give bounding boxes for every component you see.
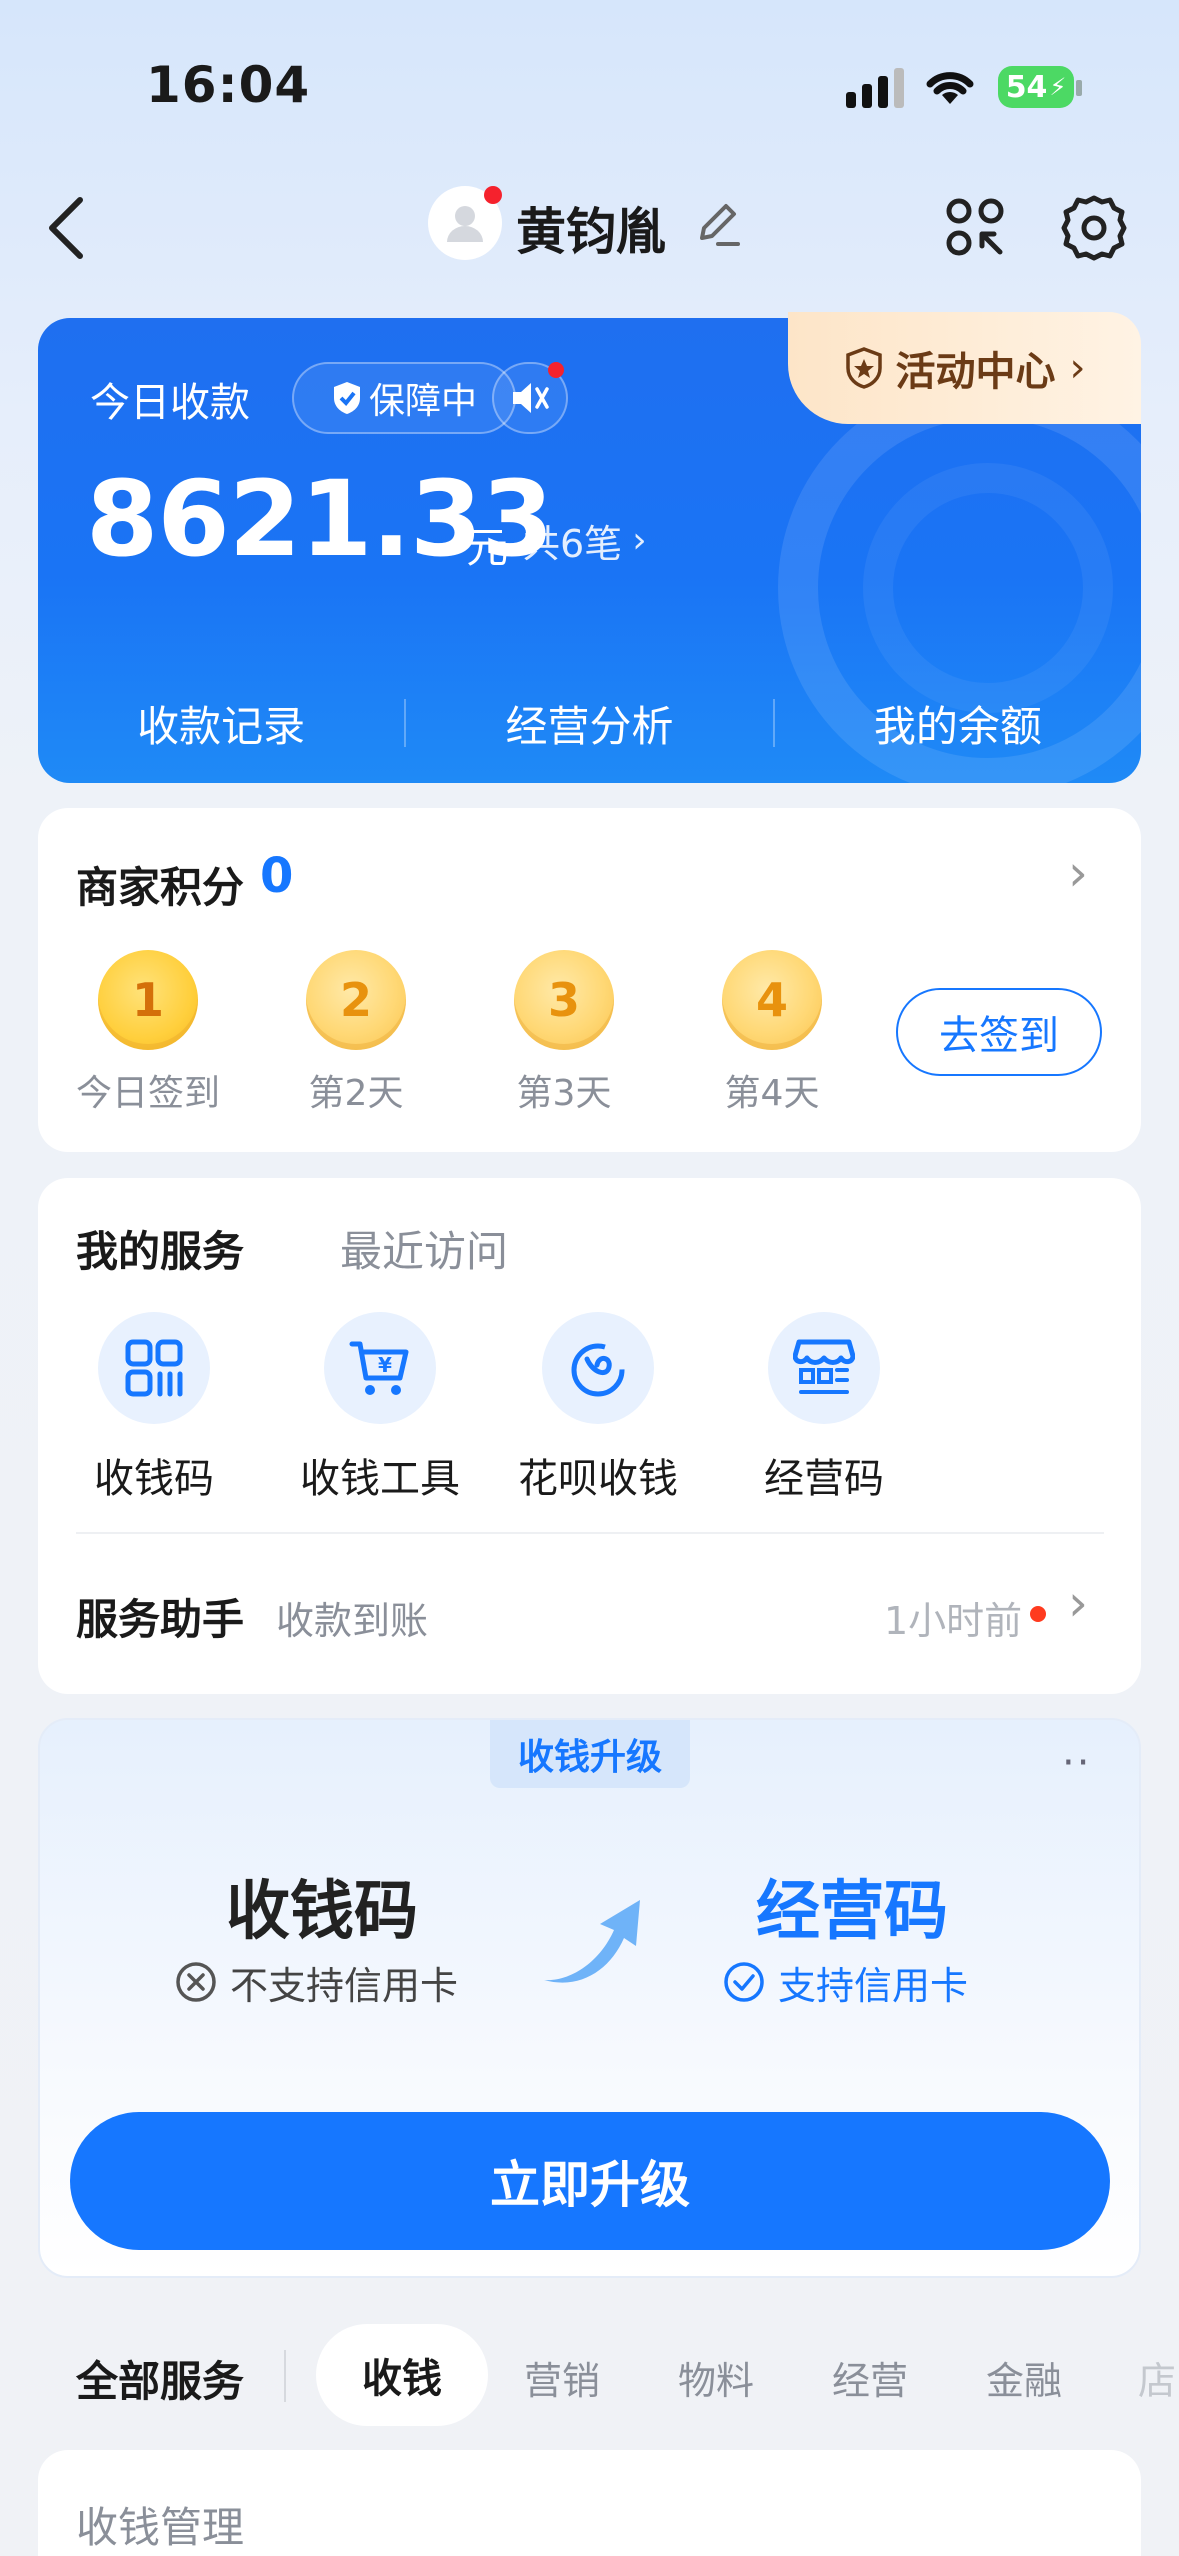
cellular-signal-icon xyxy=(846,66,904,108)
user-silhouette-icon xyxy=(447,206,483,242)
divider xyxy=(284,2350,286,2402)
checkin-coin: 2 xyxy=(306,950,406,1050)
upgrade-card: 收钱升级 ·· 收钱码 不支持信用卡 经营码 支持信用卡 立即升级 xyxy=(38,1718,1141,2278)
business-code-feature: 支持信用卡 xyxy=(722,1956,968,2008)
all-services-label[interactable]: 全部服务 xyxy=(76,2348,244,2409)
battery-tip xyxy=(1076,80,1082,96)
business-code-feature-label: 支持信用卡 xyxy=(778,1963,969,2008)
service-label: 收钱工具 xyxy=(300,1456,460,1502)
badge-star-icon xyxy=(845,347,882,389)
svg-text:¥: ¥ xyxy=(378,1353,392,1377)
service-qr-code[interactable]: 收钱码 xyxy=(56,1312,252,1504)
business-code-title: 经营码 xyxy=(756,1875,948,1949)
checkin-day-label: 第4天 xyxy=(724,1073,820,1114)
service-payment-tools[interactable]: ¥ 收钱工具 xyxy=(270,1312,490,1504)
action-my-balance[interactable]: 我的余额 xyxy=(775,678,1141,768)
points-value: 0 xyxy=(260,848,294,904)
scan-icon[interactable] xyxy=(944,196,1006,258)
today-receipt-title: 今日收款 xyxy=(90,380,250,426)
qr-code-title: 收钱码 xyxy=(226,1875,418,1949)
quick-actions: 收款记录 经营分析 我的余额 xyxy=(38,678,1141,768)
checkin-day-4: 4 第4天 xyxy=(692,950,852,1116)
service-business-code[interactable]: 经营码 xyxy=(726,1312,922,1504)
qr-code-icon xyxy=(98,1312,210,1424)
user-name[interactable]: 黄钧胤 xyxy=(516,192,666,264)
assistant-time: 1小时前 xyxy=(884,1599,1023,1643)
huabei-icon xyxy=(542,1312,654,1424)
service-assistant-row[interactable]: 服务助手 收款到账 1小时前 › xyxy=(38,1534,1141,1694)
service-huabei[interactable]: 花呗收钱 xyxy=(488,1312,708,1504)
tab-operations[interactable]: 经营 xyxy=(832,2350,908,2405)
settings-gear-icon[interactable] xyxy=(1058,192,1130,264)
edit-pencil-icon[interactable] xyxy=(694,198,744,252)
service-label: 经营码 xyxy=(764,1456,884,1502)
checkin-day-label: 第3天 xyxy=(516,1073,612,1114)
my-services-card: 我的服务 最近访问 收钱码 ¥ 收钱工具 花呗收钱 经营码 服务助手 收款到账 … xyxy=(38,1178,1141,1694)
tab-recent-visits[interactable]: 最近访问 xyxy=(340,1218,508,1279)
chevron-right-icon: › xyxy=(1068,1574,1088,1632)
assistant-subtitle: 收款到账 xyxy=(276,1599,429,1643)
upgrade-arrow-icon xyxy=(544,1900,640,1983)
wifi-icon xyxy=(926,72,974,104)
back-arrow-icon[interactable] xyxy=(44,194,88,262)
checkin-button[interactable]: 去签到 xyxy=(896,988,1102,1076)
circle-check-icon xyxy=(724,1962,764,2002)
activity-center-label: 活动中心 xyxy=(895,349,1056,395)
checkin-day-2: 2 第2天 xyxy=(276,950,436,1116)
checkin-coin: 1 xyxy=(98,950,198,1050)
assistant-unread-dot xyxy=(1030,1606,1046,1622)
amount-unit: 元 xyxy=(466,523,509,572)
action-receipt-records[interactable]: 收款记录 xyxy=(38,678,404,768)
merchant-points-card: 商家积分 0 › 1 今日签到 2 第2天 3 第3天 4 第4天 去签到 xyxy=(38,808,1141,1152)
tab-marketing[interactable]: 营销 xyxy=(524,2350,600,2405)
circle-x-icon xyxy=(176,1962,216,2002)
chevron-right-icon: › xyxy=(1069,345,1086,391)
tab-collect[interactable]: 收钱 xyxy=(316,2324,488,2426)
tab-finance[interactable]: 金融 xyxy=(986,2350,1062,2405)
service-label: 收钱码 xyxy=(94,1456,214,1502)
battery-level: 54 xyxy=(1005,69,1048,105)
qr-code-limitation: 不支持信用卡 xyxy=(174,1956,458,2008)
qr-code-limitation-label: 不支持信用卡 xyxy=(230,1963,459,2008)
protection-badge-label: 保障中 xyxy=(368,381,477,422)
points-title: 商家积分 xyxy=(76,863,245,912)
points-chevron-icon[interactable]: › xyxy=(1068,844,1088,902)
payment-management-title: 收钱管理 xyxy=(76,2503,245,2552)
assistant-title: 服务助手 xyxy=(76,1595,245,1644)
upgrade-now-button[interactable]: 立即升级 xyxy=(70,2112,1110,2250)
checkin-day-1: 1 今日签到 xyxy=(68,950,228,1116)
payment-management-card: 收钱管理 xyxy=(38,2450,1141,2556)
checkin-day-label: 今日签到 xyxy=(75,1073,220,1114)
avatar-notification-dot xyxy=(484,186,502,204)
tab-store[interactable]: 店 xyxy=(1138,2350,1179,2405)
checkin-day-label: 第2天 xyxy=(308,1073,404,1114)
service-label: 花呗收钱 xyxy=(518,1456,678,1502)
tab-materials[interactable]: 物料 xyxy=(678,2350,754,2405)
chevron-right-icon: › xyxy=(632,519,647,561)
shield-check-icon xyxy=(333,382,360,414)
sound-notification-dot xyxy=(548,362,564,378)
battery-indicator: 54 ⚡ xyxy=(998,66,1074,108)
checkin-coin: 4 xyxy=(722,950,822,1050)
more-options-icon[interactable]: ·· xyxy=(1062,1740,1091,1786)
speaker-muted-icon xyxy=(513,383,549,413)
tab-my-services[interactable]: 我的服务 xyxy=(76,1218,244,1279)
checkin-day-3: 3 第3天 xyxy=(484,950,644,1116)
store-code-icon xyxy=(768,1312,880,1424)
protection-badge[interactable]: 保障中 xyxy=(292,362,516,434)
activity-center-button[interactable]: 活动中心 › xyxy=(788,312,1141,424)
action-business-analysis[interactable]: 经营分析 xyxy=(406,678,772,768)
cart-yuan-icon: ¥ xyxy=(324,1312,436,1424)
transaction-count-link[interactable]: 共6笔 › xyxy=(522,514,647,566)
transaction-count: 共6笔 xyxy=(522,521,623,566)
upgrade-badge: 收钱升级 xyxy=(490,1720,690,1788)
status-time: 16:04 xyxy=(146,56,311,114)
checkin-coin: 3 xyxy=(514,950,614,1050)
